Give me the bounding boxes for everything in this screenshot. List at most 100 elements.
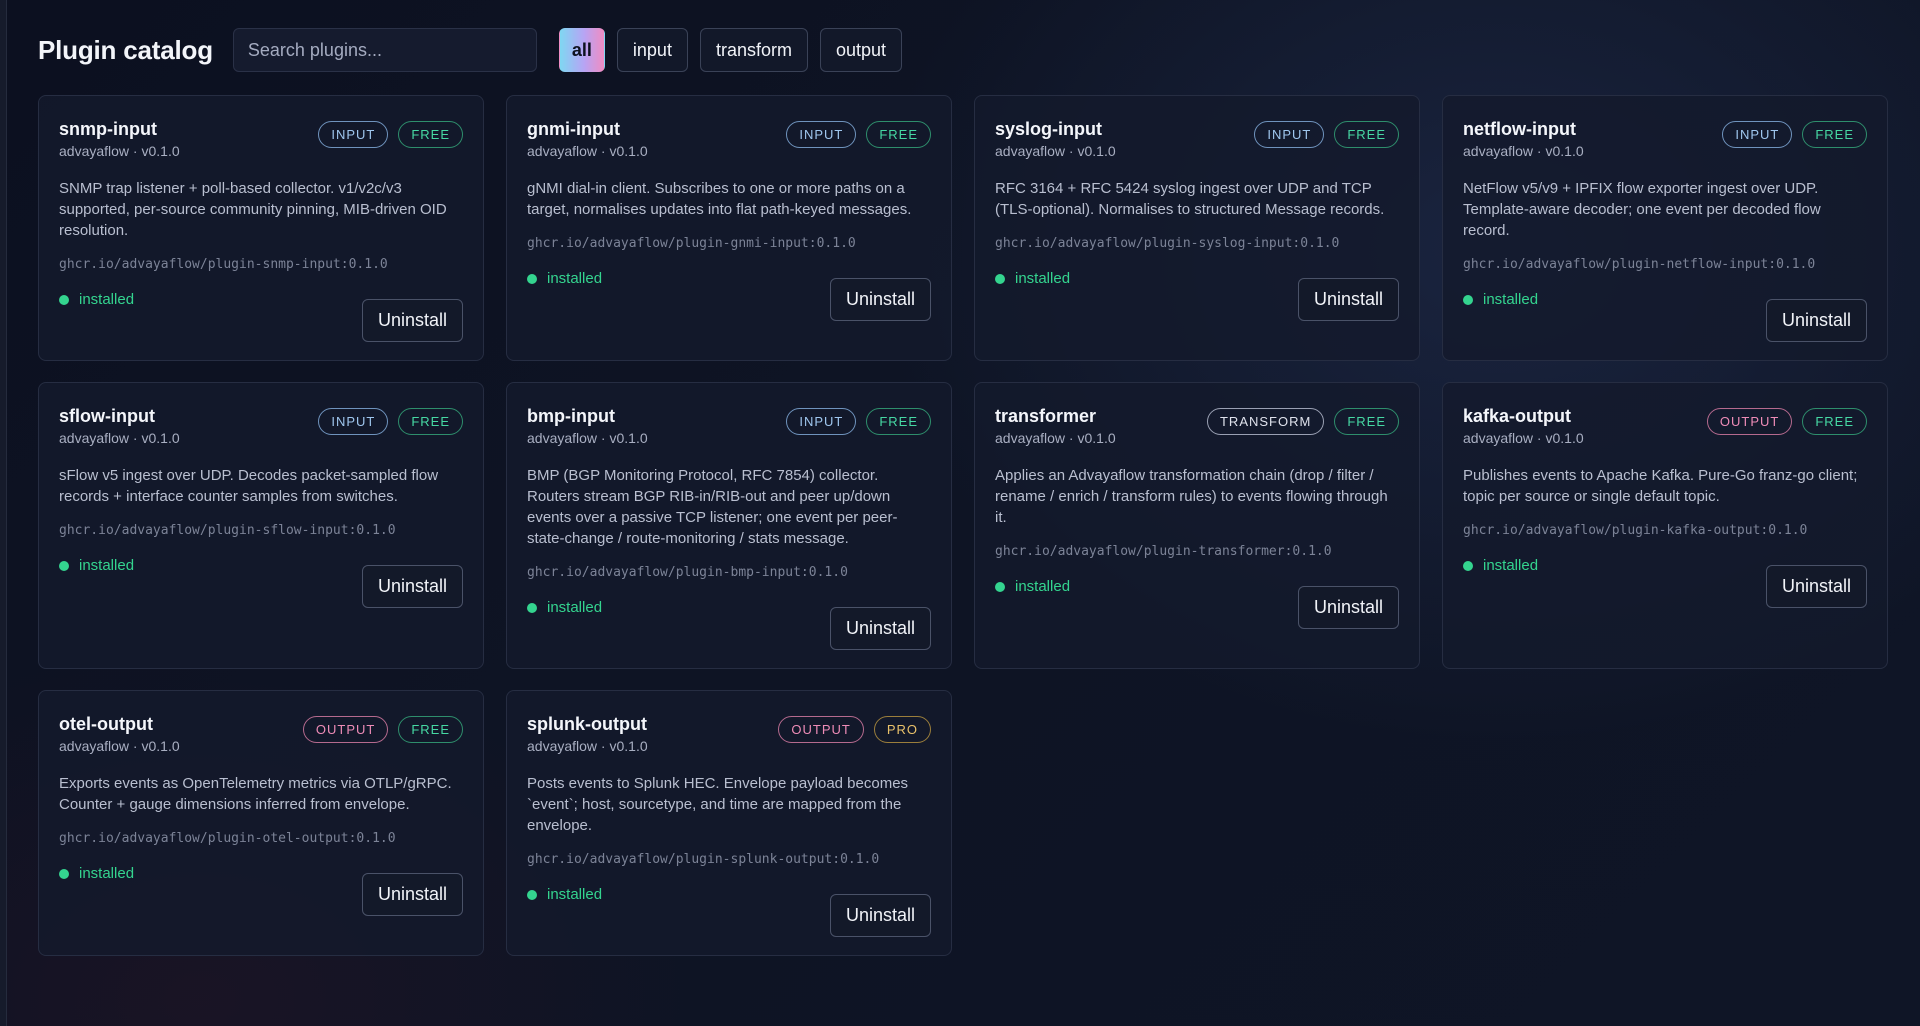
license-badge: FREE <box>1802 121 1867 148</box>
plugin-name: bmp-input <box>527 406 615 426</box>
plugin-description: Exports events as OpenTelemetry metrics … <box>59 775 452 813</box>
catalog-header: Plugin catalog all input transform outpu… <box>38 28 903 72</box>
plugin-description: BMP (BGP Monitoring Protocol, RFC 7854) … <box>527 467 898 547</box>
filter-input[interactable]: input <box>616 28 688 72</box>
kind-badge: INPUT <box>318 121 389 148</box>
plugin-image-ref: ghcr.io/advayaflow/plugin-netflow-input:… <box>1463 257 1816 272</box>
uninstall-button[interactable]: Uninstall <box>829 607 931 650</box>
status-dot-icon <box>527 273 537 284</box>
uninstall-button[interactable]: Uninstall <box>829 894 931 937</box>
plugin-name: gnmi-input <box>527 119 620 139</box>
plugin-name: sflow-input <box>59 406 155 426</box>
plugin-description: SNMP trap listener + poll-based collecto… <box>59 180 447 239</box>
uninstall-button[interactable]: Uninstall <box>1297 586 1399 629</box>
status-label: installed <box>1015 578 1071 595</box>
plugin-image-ref: ghcr.io/advayaflow/plugin-transformer:0.… <box>995 544 1332 559</box>
install-status: installed <box>527 599 602 616</box>
plugin-card: sflow-input advayaflow · v0.1.0 INPUT FR… <box>38 382 484 669</box>
license-badge: FREE <box>1334 408 1399 435</box>
license-badge: FREE <box>866 121 931 148</box>
uninstall-button[interactable]: Uninstall <box>361 873 463 916</box>
plugin-name: netflow-input <box>1463 119 1576 139</box>
kind-badge: OUTPUT <box>302 716 389 743</box>
status-dot-icon <box>995 273 1005 284</box>
plugin-name: otel-output <box>59 714 153 734</box>
install-status: installed <box>59 291 134 308</box>
license-badge: PRO <box>873 716 931 743</box>
plugin-card: transformer advayaflow · v0.1.0 TRANSFOR… <box>974 382 1420 669</box>
kind-badge: INPUT <box>786 121 857 148</box>
left-edge-panel <box>0 0 7 1026</box>
status-dot-icon <box>59 294 69 305</box>
status-dot-icon <box>995 581 1005 592</box>
plugin-meta: advayaflow · v0.1.0 <box>59 738 180 754</box>
search-input[interactable] <box>232 28 537 72</box>
plugin-image-ref: ghcr.io/advayaflow/plugin-syslog-input:0… <box>995 236 1340 251</box>
plugin-image-ref: ghcr.io/advayaflow/plugin-sflow-input:0.… <box>59 523 396 538</box>
status-label: installed <box>547 270 603 287</box>
plugin-description: Posts events to Splunk HEC. Envelope pay… <box>527 775 909 834</box>
kind-badge: TRANSFORM <box>1206 408 1325 435</box>
uninstall-button[interactable]: Uninstall <box>1297 278 1399 321</box>
kind-badge: INPUT <box>318 408 389 435</box>
page-title: Plugin catalog <box>38 34 213 65</box>
plugin-name: transformer <box>995 406 1097 426</box>
uninstall-button[interactable]: Uninstall <box>829 278 931 321</box>
status-label: installed <box>79 291 135 308</box>
status-label: installed <box>1015 270 1071 287</box>
kind-badge: INPUT <box>1254 121 1325 148</box>
uninstall-button[interactable]: Uninstall <box>361 299 463 342</box>
plugin-card: netflow-input advayaflow · v0.1.0 INPUT … <box>1442 95 1888 361</box>
plugin-meta: advayaflow · v0.1.0 <box>995 430 1116 446</box>
install-status: installed <box>527 886 602 903</box>
plugin-meta: advayaflow · v0.1.0 <box>995 143 1116 159</box>
kind-badge: OUTPUT <box>1706 408 1793 435</box>
filter-output[interactable]: output <box>819 28 903 72</box>
plugin-image-ref: ghcr.io/advayaflow/plugin-gnmi-input:0.1… <box>527 236 856 251</box>
uninstall-button[interactable]: Uninstall <box>361 565 463 608</box>
plugin-card: syslog-input advayaflow · v0.1.0 INPUT F… <box>974 95 1420 361</box>
plugin-meta: advayaflow · v0.1.0 <box>527 430 648 446</box>
plugin-meta: advayaflow · v0.1.0 <box>59 430 180 446</box>
plugin-name: splunk-output <box>527 714 647 734</box>
license-badge: FREE <box>398 121 463 148</box>
filter-transform[interactable]: transform <box>699 28 808 72</box>
plugin-image-ref: ghcr.io/advayaflow/plugin-otel-output:0.… <box>59 831 396 846</box>
license-badge: FREE <box>866 408 931 435</box>
plugin-card: snmp-input advayaflow · v0.1.0 INPUT FRE… <box>38 95 484 361</box>
plugin-description: Publishes events to Apache Kafka. Pure-G… <box>1463 467 1858 505</box>
license-badge: FREE <box>398 408 463 435</box>
uninstall-button[interactable]: Uninstall <box>1765 565 1867 608</box>
kind-badge: OUTPUT <box>778 716 864 743</box>
uninstall-button[interactable]: Uninstall <box>1765 299 1867 342</box>
plugin-name: kafka-output <box>1463 406 1571 426</box>
plugin-meta: advayaflow · v0.1.0 <box>59 143 180 159</box>
status-dot-icon <box>1463 294 1473 305</box>
status-dot-icon <box>59 868 69 879</box>
plugin-card: bmp-input advayaflow · v0.1.0 INPUT FREE… <box>506 382 952 669</box>
plugin-description: RFC 3164 + RFC 5424 syslog ingest over U… <box>995 180 1385 218</box>
plugin-card: otel-output advayaflow · v0.1.0 OUTPUT F… <box>38 690 484 956</box>
plugin-meta: advayaflow · v0.1.0 <box>1463 143 1584 159</box>
install-status: installed <box>1463 557 1538 574</box>
plugin-image-ref: ghcr.io/advayaflow/plugin-kafka-output:0… <box>1463 523 1808 538</box>
plugin-image-ref: ghcr.io/advayaflow/plugin-snmp-input:0.1… <box>59 257 388 272</box>
license-badge: FREE <box>1802 408 1867 435</box>
install-status: installed <box>59 865 134 882</box>
status-label: installed <box>547 599 603 616</box>
filter-all[interactable]: all <box>558 28 605 72</box>
license-badge: FREE <box>398 716 463 743</box>
status-label: installed <box>1483 557 1539 574</box>
plugin-description: gNMI dial-in client. Subscribes to one o… <box>527 180 912 218</box>
install-status: installed <box>1463 291 1538 308</box>
status-label: installed <box>547 886 603 903</box>
plugin-card: kafka-output advayaflow · v0.1.0 OUTPUT … <box>1442 382 1888 669</box>
plugin-image-ref: ghcr.io/advayaflow/plugin-bmp-input:0.1.… <box>527 565 848 580</box>
status-dot-icon <box>59 560 69 571</box>
license-badge: FREE <box>1334 121 1399 148</box>
install-status: installed <box>995 270 1070 287</box>
plugin-name: syslog-input <box>995 119 1102 139</box>
status-dot-icon <box>527 889 537 900</box>
plugin-grid: snmp-input advayaflow · v0.1.0 INPUT FRE… <box>38 95 1890 956</box>
plugin-description: sFlow v5 ingest over UDP. Decodes packet… <box>59 467 439 505</box>
